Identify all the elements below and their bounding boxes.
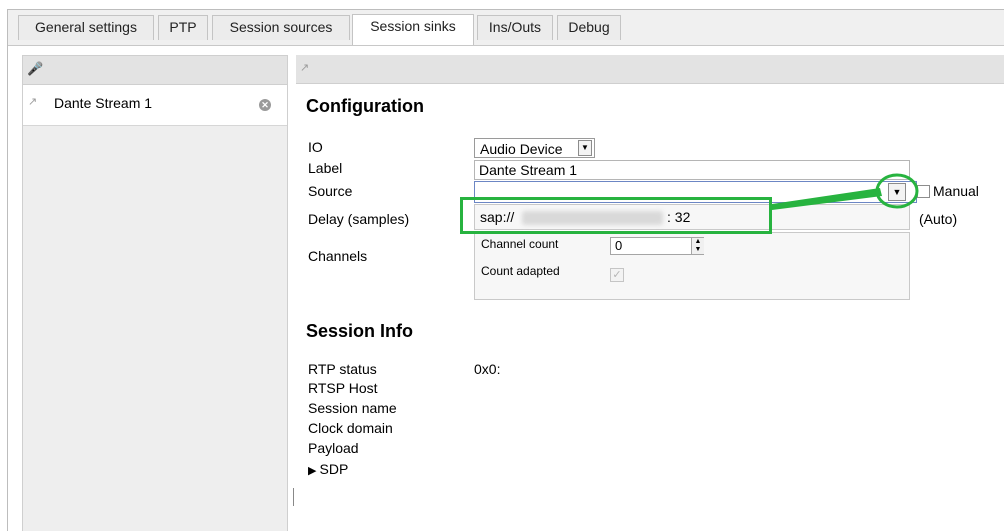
main-toolbar: ↗︎ xyxy=(296,55,1004,84)
tab-general-settings[interactable]: General settings xyxy=(18,15,154,40)
microphone-add-icon[interactable]: 🎤 xyxy=(27,61,43,77)
manual-label: Manual xyxy=(933,183,979,199)
configuration-heading: Configuration xyxy=(306,96,424,116)
channel-count-value: 0 xyxy=(615,238,623,253)
count-adapted-label: Count adapted xyxy=(481,264,560,278)
clock-domain-label: Clock domain xyxy=(308,420,393,436)
label-label: Label xyxy=(308,160,343,176)
tab-ins-outs[interactable]: Ins/Outs xyxy=(477,15,553,40)
source-dropdown-button[interactable]: ▼ xyxy=(888,183,906,201)
tab-bar: General settings PTP Session sources Ses… xyxy=(8,10,1004,46)
payload-label: Payload xyxy=(308,440,359,456)
manual-checkbox[interactable] xyxy=(917,185,930,198)
sidebar: 🎤 ↗︎ Dante Stream 1 ✕ xyxy=(22,55,288,531)
chevron-down-icon[interactable]: ▼ xyxy=(578,140,592,156)
io-label: IO xyxy=(308,139,323,155)
channels-label: Channels xyxy=(308,248,368,264)
tab-session-sinks[interactable]: Session sinks xyxy=(352,14,474,45)
chevron-down-icon: ▼ xyxy=(892,187,902,197)
io-select[interactable]: Audio Device ▼ xyxy=(474,138,595,158)
channels-box: Channel count 0 ▲ ▼ Count adapted ✓ xyxy=(474,232,910,300)
microphone-icon: ↗︎ xyxy=(28,96,38,108)
sdp-toggle[interactable]: ▶ SDP xyxy=(308,461,348,477)
divider xyxy=(293,488,294,506)
tab-ptp[interactable]: PTP xyxy=(158,15,208,40)
delay-label: Delay (samples) xyxy=(308,211,410,227)
source-label: Source xyxy=(308,183,353,199)
rtsp-host-label: RTSP Host xyxy=(308,380,378,396)
rtp-status-label: RTP status xyxy=(308,361,377,377)
sidebar-toolbar: 🎤 xyxy=(23,56,287,85)
microphone-icon[interactable]: ↗︎ xyxy=(300,61,309,74)
close-circle-icon[interactable]: ✕ xyxy=(259,99,271,111)
label-input[interactable]: Dante Stream 1 xyxy=(474,160,910,180)
session-name-label: Session name xyxy=(308,400,397,416)
sdp-label: SDP xyxy=(319,461,349,477)
sidebar-item-label: Dante Stream 1 xyxy=(54,95,153,111)
tab-debug[interactable]: Debug xyxy=(557,15,621,40)
io-select-value: Audio Device xyxy=(480,141,563,157)
session-info-heading: Session Info xyxy=(306,321,414,341)
triangle-right-icon: ▶ xyxy=(308,465,320,477)
count-adapted-checkbox[interactable]: ✓ xyxy=(610,268,624,282)
sidebar-item-dante-stream-1[interactable]: ↗︎ Dante Stream 1 ✕ xyxy=(23,85,287,126)
channel-count-label: Channel count xyxy=(481,237,559,251)
tab-session-sources[interactable]: Session sources xyxy=(212,15,350,40)
delay-mode: (Auto) xyxy=(919,211,958,227)
channel-count-input[interactable]: 0 ▲ ▼ xyxy=(610,237,704,255)
highlight-rectangle xyxy=(460,197,772,234)
spinner-arrows-icon[interactable]: ▲ ▼ xyxy=(691,238,704,254)
rtp-status-value: 0x0: xyxy=(474,361,501,377)
